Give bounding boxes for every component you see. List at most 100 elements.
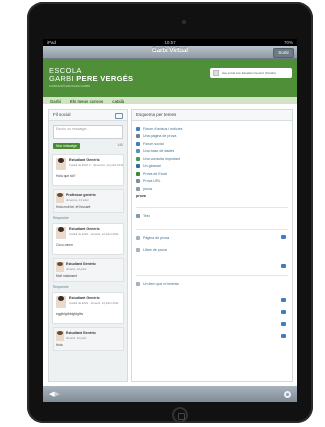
- outline-item-label: Prova de Excel: [143, 171, 168, 176]
- send-button[interactable]: Nou missatge: [53, 143, 80, 149]
- outline-item-label: Fòrum social: [143, 141, 164, 146]
- empty-section: [136, 331, 288, 343]
- empty-section: [136, 295, 288, 307]
- char-counter: 140: [117, 143, 123, 147]
- post-meta: Cadell de ESO 2 · dimecres, 13 juliol 20…: [69, 163, 124, 167]
- avatar: [213, 70, 219, 76]
- post-message: Hola que tal?: [56, 174, 76, 178]
- section-2-item: Pàgina de prova: [136, 232, 288, 244]
- section-3-item-label[interactable]: Un item que m'inventa: [143, 282, 179, 286]
- screen: iPad 10:57 70% Garbi Virtual Sortir ESCO…: [43, 39, 297, 402]
- forum-icon: [136, 126, 140, 131]
- add-icon[interactable]: [281, 310, 286, 314]
- exit-button[interactable]: Sortir: [273, 48, 294, 58]
- outline-item-label: Una consulta important: [143, 156, 180, 161]
- app-title: Garbi Virtual: [152, 48, 188, 54]
- menu-item-language[interactable]: català: [112, 99, 124, 104]
- reply-message: Hola: [56, 343, 63, 347]
- add-icon[interactable]: [281, 235, 286, 239]
- browser-toolbar: ◀ ▶: [43, 386, 297, 402]
- send-row: Nou missatge 140: [53, 143, 123, 151]
- panel-title-text: Fil social: [53, 112, 71, 117]
- section-2-item-label[interactable]: Pàgina de prova: [143, 236, 169, 240]
- nav-bar: Garbi Virtual Sortir: [43, 46, 297, 59]
- course-outline-panel: Esquema per temes Fòrum d'avisos i notíc…: [131, 109, 293, 382]
- add-icon[interactable]: [281, 334, 286, 338]
- user-photo: [56, 296, 66, 308]
- reply-author: Estudiant Genèric: [66, 331, 96, 335]
- add-icon[interactable]: [281, 298, 286, 302]
- reply-author: Estudiant Genèric: [66, 262, 96, 266]
- logo-line-2: GARBI PERE VERGÉS: [49, 74, 133, 83]
- main-content: Fil social Escriu un missatge... Nou mis…: [43, 104, 297, 386]
- outline-item[interactable]: prova: [136, 185, 288, 193]
- settings-icon[interactable]: [284, 390, 291, 398]
- outline-item[interactable]: Una base de dades: [136, 148, 288, 156]
- menu-item-my-courses[interactable]: Els meus cursos: [70, 99, 103, 104]
- post-meta: Cadell de ESO · dimarts, 12 juliol 2011: [69, 232, 119, 236]
- reply-author: Professor genèric: [66, 193, 96, 197]
- outline-item-label: Prova URL: [143, 179, 161, 184]
- page-icon: [136, 134, 140, 139]
- book-icon: [136, 248, 140, 252]
- logo-pere: PERE VERGÉS: [76, 74, 134, 83]
- page-icon: [136, 236, 140, 240]
- add-icon[interactable]: [281, 322, 286, 326]
- section-3-spacer: [136, 261, 288, 273]
- ipad-frame: iPad 10:57 70% Garbi Virtual Sortir ESCO…: [27, 2, 313, 423]
- post-item: Estudiant Genèric Cadell de ESO · dimart…: [52, 223, 124, 255]
- reply-meta: dimarts, 12 juliol: [66, 267, 87, 271]
- post-message: Coco-mmm: [56, 243, 74, 247]
- outline-item-label: Una pàgina de prova: [143, 134, 177, 139]
- section-2-item-label[interactable]: Llibre de prova: [143, 248, 167, 252]
- outline-text: prova: [136, 193, 288, 201]
- outline-item[interactable]: Una consulta important: [136, 155, 288, 163]
- section-3-item: Un item que m'inventa: [136, 278, 288, 290]
- outline-item[interactable]: Una pàgina de prova: [136, 133, 288, 141]
- menu-item-garbi[interactable]: Garbi: [50, 99, 61, 104]
- file-icon: [136, 186, 140, 191]
- outline-item[interactable]: Prova de Excel: [136, 170, 288, 178]
- user-photo: [56, 158, 66, 170]
- reply-item: Estudiant Genèric dimarts, 12 juliol Hol…: [53, 327, 124, 351]
- forum-icon: [136, 141, 140, 146]
- outline-item[interactable]: Fòrum social: [136, 140, 288, 148]
- section-2-item: Llibre de prova: [136, 244, 288, 256]
- reply-link[interactable]: Respondre: [53, 216, 123, 220]
- poll-icon: [136, 156, 140, 161]
- logo-subtitle: FUNDACIÓ ESCOLES GARBI: [49, 84, 90, 88]
- outline-item-label: Fòrum d'avisos i notícies: [143, 126, 183, 131]
- logo-garbi: GARBI: [49, 74, 74, 83]
- empty-section: [136, 307, 288, 319]
- outline-item[interactable]: Fòrum d'avisos i notícies: [136, 125, 288, 133]
- collapse-icon[interactable]: [115, 113, 123, 119]
- post-author: Estudiant Genèric: [69, 296, 100, 300]
- post-meta: Cadell de ESO · dimarts, 12 juliol 2011: [69, 301, 119, 305]
- social-panel-title: Fil social: [49, 110, 127, 121]
- database-icon: [136, 149, 140, 154]
- post-author: Estudiant Genèric: [69, 158, 100, 162]
- outline-item[interactable]: Prova URL: [136, 178, 288, 186]
- add-icon[interactable]: [281, 264, 286, 268]
- reply-link[interactable]: Respondre: [53, 285, 123, 289]
- forward-icon[interactable]: ▶: [54, 390, 59, 398]
- post-item: Estudiant Genèric Cadell de ESO · dimart…: [52, 292, 124, 324]
- site-header: ESCOLA GARBI PERE VERGÉS FUNDACIÓ ESCOLE…: [43, 59, 297, 97]
- status-time: 10:57: [164, 40, 176, 45]
- home-button[interactable]: [172, 407, 188, 423]
- outline-item[interactable]: Un glossari: [136, 163, 288, 171]
- user-photo: [56, 193, 64, 203]
- battery-label: 70%: [283, 40, 293, 45]
- glossary-icon: [136, 164, 140, 169]
- reply-meta: dimecres, 13 juliol: [66, 198, 89, 202]
- message-input[interactable]: Escriu un missatge...: [53, 125, 123, 139]
- user-info[interactable]: Heu entrat com Estudiant Genèric (Sortid…: [210, 68, 292, 78]
- outline-extra-text: prova: [136, 194, 146, 199]
- reply-meta: dimarts, 12 juliol: [66, 336, 87, 340]
- post-item: Estudiant Genèric Cadell de ESO 2 · dime…: [52, 154, 124, 186]
- section-1-item[interactable]: Test: [143, 214, 150, 218]
- excel-icon: [136, 171, 140, 176]
- section-divider: [136, 275, 288, 276]
- outline-item-label: Una base de dades: [143, 149, 175, 154]
- section-divider: [136, 229, 288, 230]
